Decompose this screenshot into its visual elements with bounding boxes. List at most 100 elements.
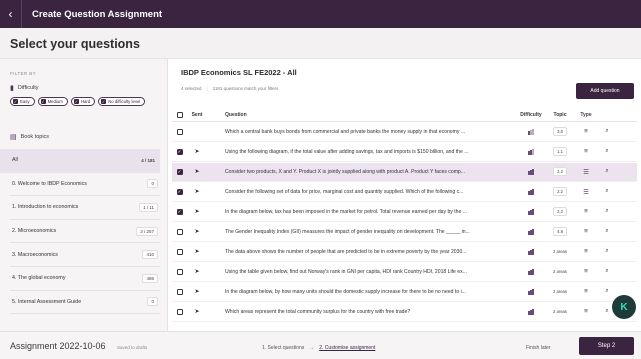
topic-item[interactable]: 1. Introduction to economics 1 / 11 bbox=[10, 196, 160, 220]
row-checkbox[interactable]: ✓ bbox=[176, 188, 183, 195]
search-icon[interactable]: ⌕ bbox=[605, 308, 608, 315]
topic-tag: 2 areas bbox=[553, 289, 567, 295]
topic-label: 1. Introduction to economics bbox=[12, 204, 79, 211]
help-chat-button[interactable]: K bbox=[612, 295, 636, 319]
difficulty-chip[interactable]: ✓ Hard bbox=[70, 97, 96, 106]
chip-label: Hard bbox=[80, 99, 91, 104]
question-text: The data above shows the number of peopl… bbox=[225, 248, 467, 255]
chip-label: Medium bbox=[47, 99, 63, 104]
table-row[interactable]: ✓ ➤ Consider two products, X and Y. Produc… bbox=[172, 163, 637, 182]
search-icon[interactable]: ⌕ bbox=[605, 128, 608, 135]
add-question-button[interactable]: Add question bbox=[576, 83, 634, 99]
row-checkbox[interactable] bbox=[176, 268, 183, 275]
checkbox-icon: ✓ bbox=[13, 99, 18, 104]
step-1[interactable]: 1. Select questions bbox=[262, 345, 304, 351]
book-topics-header: ▤ Book topics bbox=[10, 133, 49, 141]
list-icon: ☰ bbox=[583, 188, 589, 196]
row-checkbox[interactable] bbox=[176, 228, 183, 235]
assignment-name[interactable]: Assignment 2022-10-06 bbox=[10, 341, 106, 351]
table-row[interactable]: ✓ ➤ In the diagram below, tax has been imp… bbox=[172, 203, 637, 222]
back-button[interactable]: ‹ bbox=[0, 0, 22, 28]
topic-count: 0 bbox=[147, 297, 158, 307]
difficulty-chip[interactable]: ✓ No difficulty level bbox=[98, 97, 146, 106]
col-difficulty: Difficulty bbox=[520, 111, 542, 118]
top-bar: ‹ Create Question Assignment bbox=[0, 0, 641, 28]
table-row[interactable]: ➤ Using the table given below, find out N… bbox=[172, 263, 637, 282]
difficulty-chips: ✓ Easy ✓ Medium ✓ Hard ✓ No difficulty level bbox=[10, 97, 160, 106]
difficulty-bars-icon bbox=[528, 168, 534, 175]
difficulty-bars-icon bbox=[528, 308, 534, 315]
chevron-left-icon: ‹ bbox=[8, 7, 13, 21]
search-icon[interactable]: ⌕ bbox=[605, 228, 608, 235]
row-checkbox[interactable]: ✓ bbox=[176, 148, 183, 155]
difficulty-bars-icon bbox=[528, 148, 534, 155]
row-checkbox[interactable] bbox=[176, 248, 183, 255]
difficulty-chip[interactable]: ✓ Easy bbox=[10, 97, 35, 106]
table-row[interactable]: ➤ In the diagram below, by how many units… bbox=[172, 283, 637, 302]
search-icon[interactable]: ⌕ bbox=[605, 208, 608, 215]
topic-count: 4 / 181 bbox=[141, 157, 155, 163]
topic-label: 0. Welcome to IBDP Economics bbox=[12, 180, 87, 187]
send-icon: ➤ bbox=[194, 269, 200, 276]
question-set-title: IBDP Economics SL FE2022 - All bbox=[181, 68, 297, 77]
difficulty-bars-icon bbox=[528, 188, 534, 195]
step-2[interactable]: 2. Customise assignment bbox=[319, 345, 375, 351]
difficulty-bars-icon bbox=[528, 268, 534, 275]
text-lines-icon: ≡ bbox=[584, 308, 588, 316]
list-icon: ☰ bbox=[583, 168, 589, 176]
col-topic: Topic bbox=[553, 111, 567, 118]
text-lines-icon: ≡ bbox=[584, 148, 588, 156]
row-checkbox[interactable]: ✓ bbox=[176, 168, 183, 175]
topic-item[interactable]: 3. Macroeconomics 410 bbox=[10, 243, 160, 267]
send-icon: ➤ bbox=[194, 289, 200, 296]
text-lines-icon: ≡ bbox=[584, 128, 588, 136]
topic-item[interactable]: 2. Microeconomics 3 / 257 bbox=[10, 220, 160, 244]
topic-count: 486 bbox=[142, 273, 158, 283]
filter-sidebar: FILTER BY ▮ Difficulty ✓ Easy ✓ Medium ✓ Hard… bbox=[0, 59, 168, 331]
select-all-checkbox[interactable] bbox=[176, 111, 183, 118]
row-checkbox[interactable] bbox=[176, 288, 183, 295]
search-icon[interactable]: ⌕ bbox=[605, 268, 608, 275]
topic-item[interactable]: 0. Welcome to IBDP Economics 0 bbox=[10, 173, 160, 197]
topic-count: 0 bbox=[147, 179, 158, 189]
send-icon: ➤ bbox=[194, 309, 200, 316]
table-row[interactable]: ➤ The Gender Inequality Index (GII) measu… bbox=[172, 223, 637, 242]
bottom-bar: Assignment 2022-10-06 Saved to drafts 1.… bbox=[0, 331, 641, 359]
topic-tag: 1.1 bbox=[553, 147, 567, 157]
topic-tag: 3.6 bbox=[553, 127, 567, 137]
row-checkbox[interactable] bbox=[176, 308, 183, 315]
question-text: Which areas represent the total communit… bbox=[225, 308, 411, 315]
table-row[interactable]: ➤ Which areas represent the total communi… bbox=[172, 303, 637, 322]
difficulty-header: ▮ Difficulty bbox=[10, 84, 39, 92]
search-icon[interactable]: ⌕ bbox=[605, 188, 608, 195]
topic-item[interactable]: 5. Internal Assessment Guide 0 bbox=[10, 291, 160, 315]
send-icon: ➤ bbox=[194, 189, 200, 196]
search-icon[interactable]: ⌕ bbox=[605, 248, 608, 255]
text-lines-icon: ≡ bbox=[584, 288, 588, 296]
search-icon[interactable]: ⌕ bbox=[605, 288, 608, 295]
difficulty-chip[interactable]: ✓ Medium bbox=[37, 97, 68, 106]
topic-tag: 2.2 bbox=[553, 167, 567, 177]
search-icon[interactable]: ⌕ bbox=[605, 148, 608, 155]
arrow-right-icon: → bbox=[309, 345, 315, 351]
topic-label: 5. Internal Assessment Guide bbox=[12, 298, 82, 305]
text-lines-icon: ≡ bbox=[584, 268, 588, 276]
topic-label: 3. Macroeconomics bbox=[12, 251, 58, 258]
difficulty-bars-icon bbox=[528, 208, 534, 215]
bar-chart-icon: ▮ bbox=[10, 85, 14, 92]
send-icon: ➤ bbox=[194, 209, 200, 216]
table-row[interactable]: ➤ The data above shows the number of peop… bbox=[172, 243, 637, 262]
row-checkbox[interactable] bbox=[176, 128, 183, 135]
finish-later-button[interactable]: Finish later bbox=[526, 345, 550, 351]
table-row[interactable]: Which a central bank buys bonds from com… bbox=[172, 123, 637, 142]
col-type: Type bbox=[580, 111, 592, 118]
table-row[interactable]: ✓ ➤ Using the following diagram, if the to… bbox=[172, 143, 637, 162]
row-checkbox[interactable]: ✓ bbox=[176, 208, 183, 215]
table-row[interactable]: ✓ ➤ Consider the following set of data for… bbox=[172, 183, 637, 202]
checkbox-icon: ✓ bbox=[73, 99, 79, 104]
question-panel: IBDP Economics SL FE2022 - All 4 selecte… bbox=[168, 59, 641, 331]
topic-item[interactable]: All 4 / 181 bbox=[0, 149, 160, 173]
topic-item[interactable]: 4. The global economy 486 bbox=[10, 267, 160, 291]
step-2-button[interactable]: Step 2 bbox=[579, 337, 634, 355]
search-icon[interactable]: ⌕ bbox=[605, 168, 608, 175]
